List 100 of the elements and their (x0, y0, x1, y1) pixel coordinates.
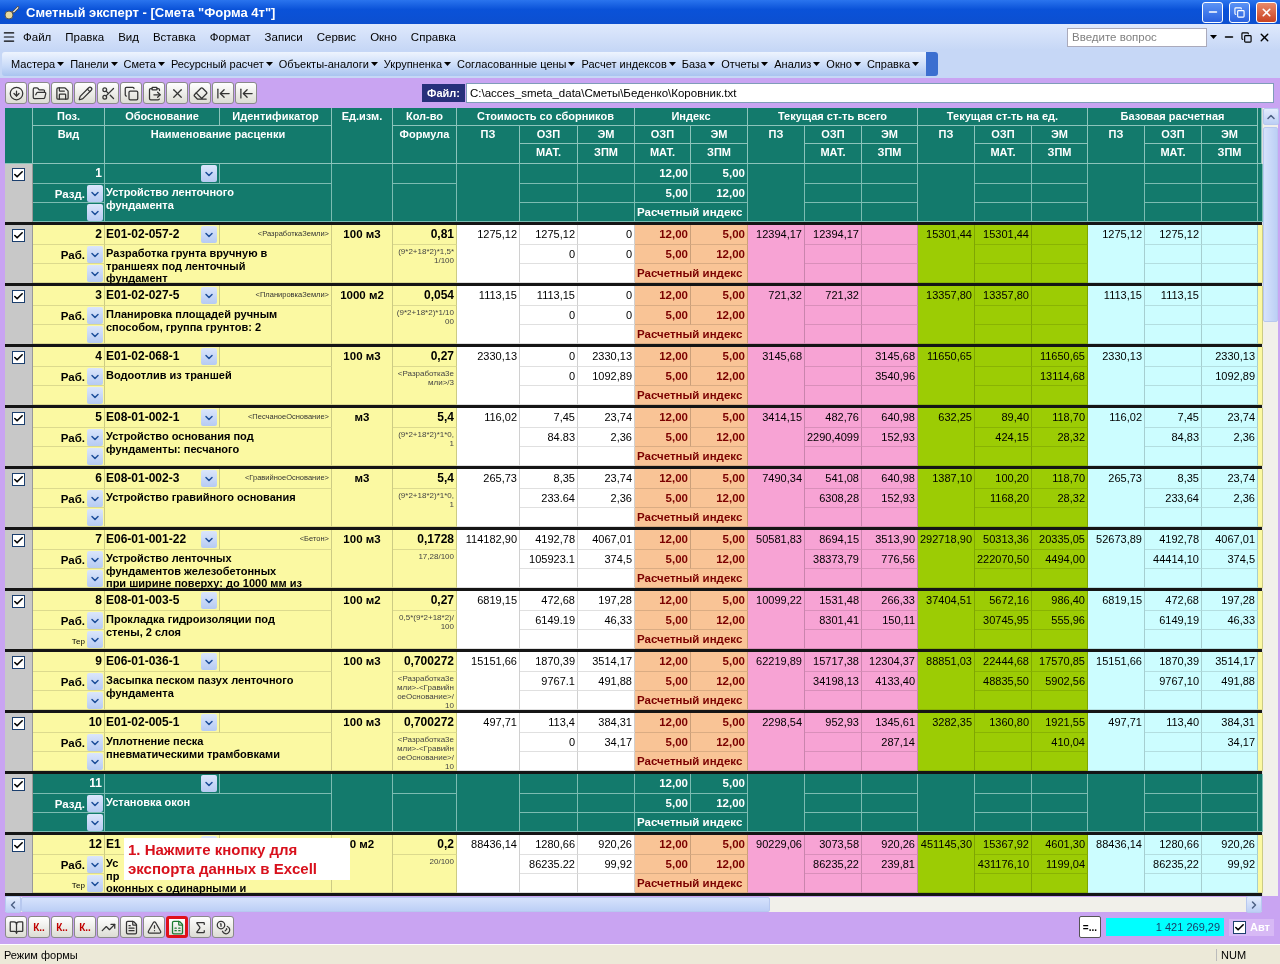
index-label: Расчетный индекс (635, 386, 748, 405)
toolbar-button[interactable] (212, 916, 234, 938)
menu-item[interactable]: Вставка (145, 29, 203, 45)
toolbar-options-button[interactable] (926, 52, 939, 76)
scroll-left-button[interactable] (5, 896, 21, 913)
calculate-button[interactable]: =... (1078, 916, 1102, 938)
table-cell: 1275,12 (520, 225, 578, 245)
table-cell: 541,08 (805, 469, 862, 489)
toolbar-menu[interactable]: Ресурсный расчет (167, 56, 276, 72)
toolbar-button[interactable] (120, 82, 142, 104)
table-cell (1032, 325, 1088, 344)
menu-item[interactable]: Формат (202, 29, 258, 45)
table-cell (1202, 325, 1258, 344)
toolbar-menu[interactable]: Отчеты (718, 56, 772, 72)
toolbar-menu[interactable]: Смета (120, 56, 168, 72)
toolbar-menu[interactable]: Окно (823, 56, 864, 72)
minimize-button[interactable] (1202, 1, 1223, 23)
table-cell: 4601,30 (1032, 835, 1088, 855)
index-label: Расчетный индекс (635, 447, 748, 466)
toolbar-button[interactable] (5, 916, 27, 938)
toolbar-button[interactable] (28, 82, 50, 104)
row-checkbox[interactable] (12, 534, 25, 547)
toolbar-button[interactable]: К.. (51, 916, 73, 938)
table-cell: 15301,44 (975, 225, 1032, 245)
toolbar-button[interactable] (189, 916, 211, 938)
table-cell (805, 813, 862, 832)
table-cell: 1168,20 (975, 489, 1032, 508)
table-cell (1145, 874, 1202, 893)
toolbar-button[interactable] (166, 916, 188, 938)
table-cell (862, 813, 918, 832)
total-field[interactable]: 1 421 269,29 (1106, 918, 1225, 936)
toolbar-menu[interactable]: Согласованные цены (454, 56, 579, 72)
auto-checkbox[interactable] (1233, 920, 1247, 934)
row-checkbox[interactable] (12, 839, 25, 852)
rate-name: Устройство ленточных фундаментов железобетонных при ширине поверху: до 1000 мм из (105, 550, 332, 588)
menu-item[interactable]: Файл (16, 29, 59, 45)
scroll-up-button[interactable] (1263, 108, 1279, 125)
row-checkbox[interactable] (12, 778, 25, 791)
table-cell: 118,70 (1032, 408, 1088, 428)
table-cell (975, 386, 1032, 405)
toolbar-button[interactable] (51, 82, 73, 104)
caret-icon (912, 62, 920, 66)
toolbar-button[interactable] (212, 82, 234, 104)
row-checkbox[interactable] (12, 473, 25, 486)
index-label: Расчетный индекс (635, 203, 748, 222)
toolbar-button[interactable] (120, 916, 142, 938)
toolbar-menu[interactable]: Справка (863, 56, 923, 72)
row-checkbox[interactable] (12, 595, 25, 608)
rate-name: Устройство гравийного основания (105, 489, 332, 527)
rate-code: E01-02-057-2 (106, 226, 180, 241)
toolbar-menu[interactable]: Анализ (771, 56, 824, 72)
horizontal-scrollbar[interactable] (5, 897, 1262, 912)
row-checkbox[interactable] (12, 168, 25, 181)
toolbar-menu[interactable]: Панели (67, 56, 121, 72)
row-number: 1 (33, 164, 105, 184)
row-checkbox[interactable] (12, 412, 25, 425)
toolbar-button[interactable] (74, 82, 96, 104)
toolbar-menu[interactable]: Объекты-аналоги (275, 56, 381, 72)
row-checkbox[interactable] (12, 717, 25, 730)
toolbar-button[interactable] (97, 916, 119, 938)
scroll-right-button[interactable] (1246, 896, 1262, 913)
row-checkbox[interactable] (12, 229, 25, 242)
table-cell: 12,00 (691, 550, 748, 569)
menu-item[interactable]: Вид (111, 29, 146, 45)
menu-item[interactable]: Справка (403, 29, 463, 45)
toolbar-button[interactable] (235, 82, 257, 104)
toolbar-button[interactable]: К.. (74, 916, 96, 938)
question-field[interactable]: Введите вопрос (1067, 27, 1207, 47)
menu-item[interactable]: Окно (363, 29, 404, 45)
scrollbar-thumb[interactable] (1263, 127, 1278, 322)
toolbar-button[interactable] (5, 82, 27, 104)
table-cell (975, 813, 1032, 832)
formula-text: 20/100 (393, 855, 457, 893)
menu-item[interactable]: Правка (58, 29, 112, 45)
row-checkbox[interactable] (12, 351, 25, 364)
toolbar-button[interactable]: К.. (28, 916, 50, 938)
index-label: Расчетный индекс (635, 874, 748, 893)
table-cell: 28,32 (1032, 428, 1088, 447)
toolbar-button[interactable] (143, 82, 165, 104)
scrollbar-thumb[interactable] (21, 897, 770, 912)
toolbar-menu[interactable]: Мастера (8, 56, 68, 72)
restore-button[interactable] (1238, 31, 1255, 43)
toolbar-menu[interactable]: Укрупненка (380, 56, 455, 72)
toolbar-button[interactable] (97, 82, 119, 104)
file-path-field[interactable]: C:\acces_smeta_data\Сметы\Беденко\Коровник.txt (466, 83, 1274, 103)
toolbar-button[interactable] (189, 82, 211, 104)
dropdown-button[interactable] (1207, 35, 1220, 39)
menu-item[interactable]: Записи (257, 29, 310, 45)
row-type: Раб. (60, 553, 85, 567)
table-cell: 12,00 (635, 774, 691, 794)
toolbar-menu[interactable]: База (678, 56, 719, 72)
menu-item[interactable]: Сервис (309, 29, 364, 45)
table-cell: 3514,17 (1202, 652, 1258, 672)
toolbar-menu[interactable]: Расчет индексов (578, 56, 679, 72)
table-cell (520, 774, 578, 794)
toolbar-button[interactable] (143, 916, 165, 938)
row-checkbox[interactable] (12, 656, 25, 669)
row-checkbox[interactable] (12, 290, 25, 303)
toolbar-button[interactable] (166, 82, 188, 104)
table-cell: 99,92 (578, 855, 635, 874)
